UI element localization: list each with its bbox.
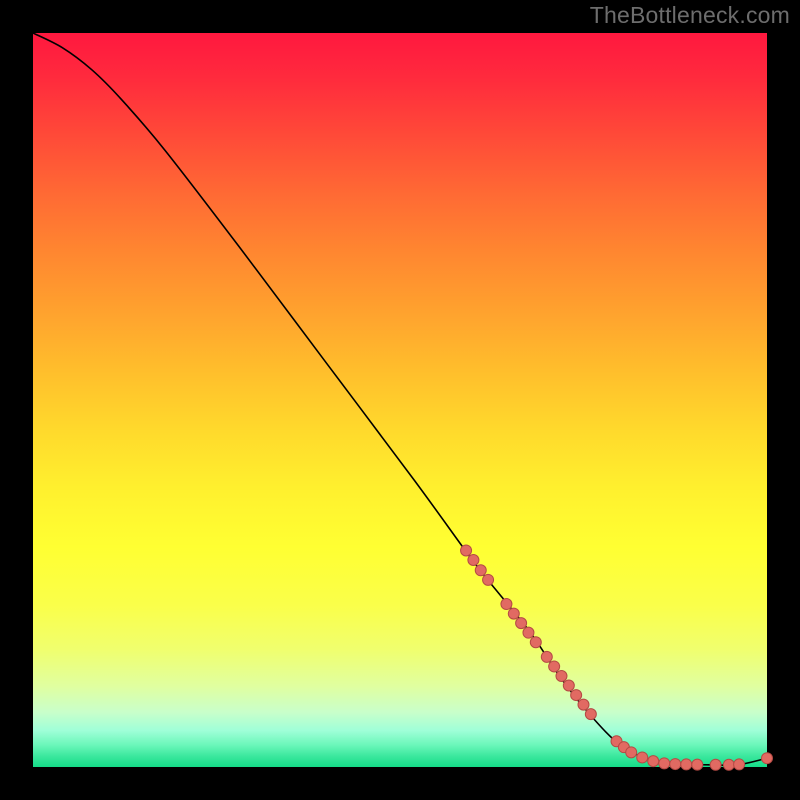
data-point: [549, 661, 560, 672]
data-point: [637, 752, 648, 763]
data-point: [516, 618, 527, 629]
curve-markers: [461, 545, 773, 770]
data-point: [723, 759, 734, 770]
data-point: [710, 759, 721, 770]
data-point: [508, 608, 519, 619]
data-point: [475, 565, 486, 576]
data-point: [659, 758, 670, 769]
data-point: [762, 753, 773, 764]
curve-line: [33, 33, 767, 765]
data-point: [585, 709, 596, 720]
data-point: [578, 699, 589, 710]
plot-area: [33, 33, 767, 767]
data-point: [734, 759, 745, 770]
data-point: [523, 627, 534, 638]
data-point: [461, 545, 472, 556]
data-point: [648, 756, 659, 767]
chart-svg: [33, 33, 767, 767]
data-point: [571, 690, 582, 701]
data-point: [681, 759, 692, 770]
data-point: [530, 637, 541, 648]
data-point: [483, 574, 494, 585]
watermark-text: TheBottleneck.com: [590, 2, 790, 29]
data-point: [626, 747, 637, 758]
data-point: [468, 555, 479, 566]
data-point: [692, 759, 703, 770]
data-point: [563, 680, 574, 691]
chart-container: TheBottleneck.com: [0, 0, 800, 800]
data-point: [556, 670, 567, 681]
data-point: [501, 599, 512, 610]
data-point: [670, 759, 681, 770]
data-point: [541, 651, 552, 662]
